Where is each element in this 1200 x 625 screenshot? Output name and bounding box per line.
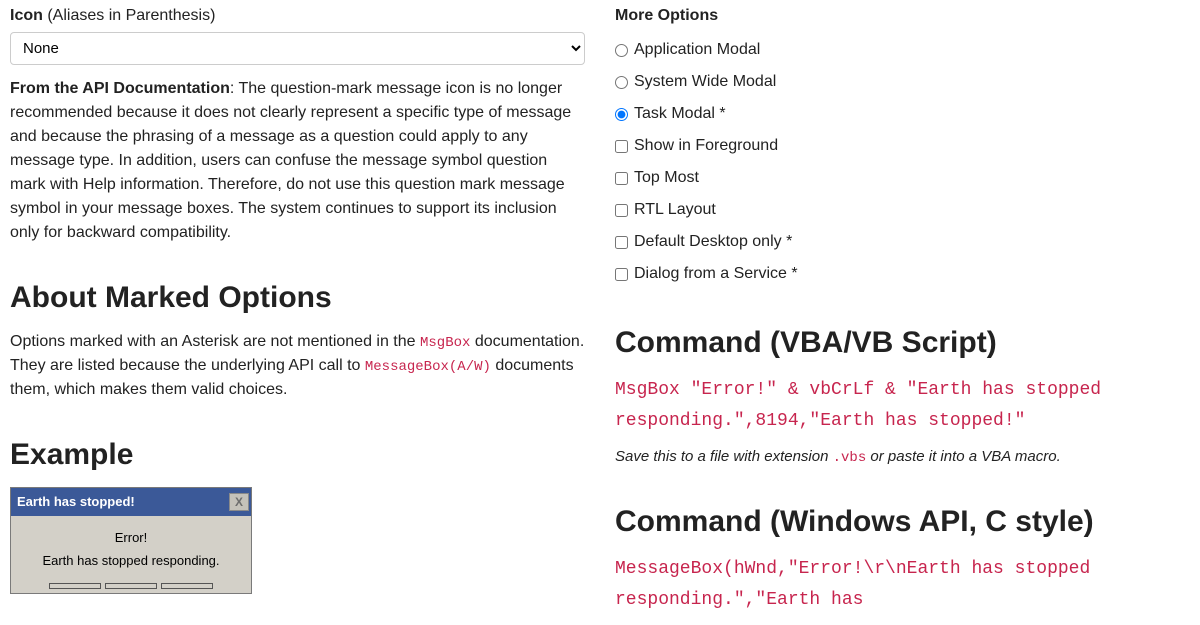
checkbox-label: Default Desktop only *: [634, 230, 792, 254]
code-messagebox-aw: MessageBox(A/W): [365, 359, 491, 375]
check-default-desktop[interactable]: Default Desktop only *: [615, 226, 1190, 258]
code-msgbox: MsgBox: [420, 335, 470, 351]
left-column: Icon (Aliases in Parenthesis) None From …: [10, 4, 585, 625]
msgbox-button[interactable]: [105, 583, 157, 589]
icon-label: Icon (Aliases in Parenthesis): [10, 4, 585, 28]
checkbox-label: Dialog from a Service *: [634, 262, 798, 286]
checkbox-input[interactable]: [615, 140, 628, 153]
about-heading: About Marked Options: [10, 275, 585, 320]
right-column: More Options Application Modal System Wi…: [615, 4, 1190, 625]
msgbox-title-text: Earth has stopped!: [17, 492, 135, 512]
msgbox-body: Error! Earth has stopped responding.: [11, 516, 251, 583]
icon-select[interactable]: None: [10, 32, 585, 65]
close-icon[interactable]: X: [229, 493, 249, 511]
cmd-vba-heading: Command (VBA/VB Script): [615, 320, 1190, 365]
api-doc-note: From the API Documentation: The question…: [10, 77, 585, 245]
about-paragraph: Options marked with an Asterisk are not …: [10, 330, 585, 402]
checkbox-input[interactable]: [615, 268, 628, 281]
check-top-most[interactable]: Top Most: [615, 162, 1190, 194]
msgbox-button[interactable]: [161, 583, 213, 589]
example-heading: Example: [10, 432, 585, 477]
radio-system-wide-modal[interactable]: System Wide Modal: [615, 66, 1190, 98]
check-dialog-from-service[interactable]: Dialog from a Service *: [615, 258, 1190, 290]
code-vbs-ext: .vbs: [833, 450, 867, 466]
check-rtl-layout[interactable]: RTL Layout: [615, 194, 1190, 226]
cmd-vba-code: MsgBox "Error!" & vbCrLf & "Earth has st…: [615, 375, 1190, 436]
radio-input[interactable]: [615, 44, 628, 57]
radio-label: System Wide Modal: [634, 70, 776, 94]
more-options-header: More Options: [615, 4, 1190, 28]
checkbox-input[interactable]: [615, 204, 628, 217]
radio-label: Application Modal: [634, 38, 760, 62]
check-show-foreground[interactable]: Show in Foreground: [615, 130, 1190, 162]
msgbox-titlebar: Earth has stopped! X: [11, 488, 251, 516]
msgbox-buttons: [11, 583, 251, 593]
vbs-hint: Save this to a file with extension .vbs …: [615, 446, 1190, 469]
checkbox-input[interactable]: [615, 236, 628, 249]
checkbox-input[interactable]: [615, 172, 628, 185]
radio-input[interactable]: [615, 108, 628, 121]
radio-application-modal[interactable]: Application Modal: [615, 34, 1190, 66]
radio-task-modal[interactable]: Task Modal *: [615, 98, 1190, 130]
example-msgbox: Earth has stopped! X Error! Earth has st…: [10, 487, 252, 594]
radio-label: Task Modal *: [634, 102, 726, 126]
msgbox-line2: Earth has stopped responding.: [21, 551, 241, 571]
msgbox-line1: Error!: [21, 528, 241, 548]
cmd-c-heading: Command (Windows API, C style): [615, 499, 1190, 544]
msgbox-button[interactable]: [49, 583, 101, 589]
radio-input[interactable]: [615, 76, 628, 89]
checkbox-label: Show in Foreground: [634, 134, 778, 158]
cmd-c-code: MessageBox(hWnd,"Error!\r\nEarth has sto…: [615, 554, 1190, 615]
checkbox-label: Top Most: [634, 166, 699, 190]
checkbox-label: RTL Layout: [634, 198, 716, 222]
